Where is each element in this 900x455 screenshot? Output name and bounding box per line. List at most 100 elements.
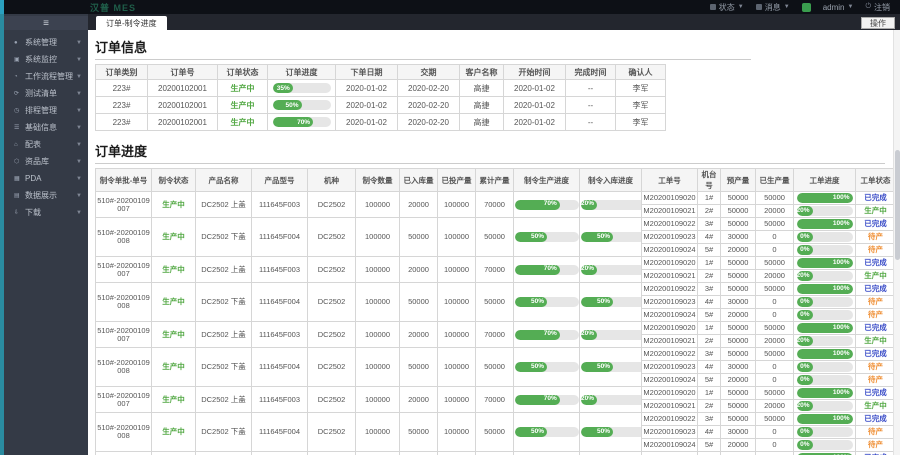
machine-type: DC2502: [308, 218, 356, 257]
work-order-state: 已完成: [856, 218, 894, 231]
work-order-progress: 0%: [794, 309, 856, 322]
order-number: 20200102001: [148, 80, 218, 97]
sidebar-item-测试清单[interactable]: ⟳测试清单▼: [4, 85, 88, 102]
sidebar-item-label: 下载: [25, 207, 76, 218]
order-row[interactable]: 223#20200102001生产中50%2020-01-022020-02-2…: [96, 97, 666, 114]
work-order-row[interactable]: 510#-20200109008生产中DC2502 下盖111645F004DC…: [96, 413, 894, 426]
progress-pill: 100%: [797, 414, 853, 424]
order-qty: 100000: [356, 348, 400, 387]
produced-qty: 0: [756, 244, 794, 257]
input-qty: 100000: [438, 348, 476, 387]
column-header: 已生产量: [756, 169, 794, 192]
work-order-number: M20200109022: [642, 218, 698, 231]
work-order-row[interactable]: 510#-20200109008生产中DC2502 下盖111645F004DC…: [96, 348, 894, 361]
status-label: 生产中: [162, 395, 185, 404]
work-order-number: M20200109021: [642, 205, 698, 218]
order-date: 2020-01-02: [336, 114, 398, 131]
sidebar-item-配表[interactable]: ⌂配表▼: [4, 136, 88, 153]
progress-pill: 20%: [797, 271, 853, 281]
app-grid-icon[interactable]: [802, 3, 811, 12]
status-label: 已完成: [864, 219, 887, 228]
progress-pill: 20%: [581, 200, 642, 210]
order-category: 223#: [96, 97, 148, 114]
vertical-scrollbar[interactable]: [893, 30, 900, 455]
work-order-progress: 20%: [794, 205, 856, 218]
sidebar-item-label: PDA: [25, 174, 76, 183]
progress-fill: 20%: [797, 336, 813, 346]
cumulative-qty: 50000: [476, 348, 514, 387]
due-date: 2020-02-20: [398, 97, 460, 114]
scrollbar-thumb[interactable]: [895, 150, 900, 260]
work-order-state: 待产: [856, 309, 894, 322]
work-order-row[interactable]: 510#-20200109007生产中DC2502 上盖111645F003DC…: [96, 257, 894, 270]
sidebar-item-系统管理[interactable]: ●系统管理▼: [4, 34, 88, 51]
sidebar-item-系统监控[interactable]: ▣系统监控▼: [4, 51, 88, 68]
progress-pill: 20%: [581, 265, 642, 275]
planned-qty: 50000: [721, 413, 756, 426]
work-order-row[interactable]: 510#-20200109007生产中DC2502 上盖111645F003DC…: [96, 322, 894, 335]
status-label: 生产中: [162, 200, 185, 209]
action-button[interactable]: 操作: [861, 17, 895, 29]
production-progress: 50%: [514, 218, 580, 257]
progress-pill: 70%: [273, 117, 331, 127]
order-date: 2020-01-02: [336, 97, 398, 114]
station-number: 1#: [698, 192, 721, 205]
machine-type: DC2502: [308, 283, 356, 322]
stock-progress: 50%: [580, 218, 642, 257]
header-row: 制令单批-单号制令状态产品名称产品型号机种制令数量已入库量已投产量累计产量制令生…: [96, 169, 894, 192]
stocked-qty: 50000: [400, 218, 438, 257]
progress-pill: 0%: [797, 245, 853, 255]
order-row[interactable]: 223#20200102001生产中35%2020-01-022020-02-2…: [96, 80, 666, 97]
work-order-row[interactable]: 510#-20200109007生产中DC2502 上盖111645F003DC…: [96, 387, 894, 400]
sidebar-item-数据展示[interactable]: ▤数据展示▼: [4, 187, 88, 204]
sidebar-item-基础信息[interactable]: ☰基础信息▼: [4, 119, 88, 136]
power-icon: ⏻: [865, 3, 871, 11]
sidebar-item-资品库[interactable]: ⬡资品库▼: [4, 153, 88, 170]
progress-pill: 70%: [515, 265, 579, 275]
product-model: 111645F003: [252, 452, 308, 455]
message-menu[interactable]: 消息 ▼: [756, 2, 790, 13]
progress-pill: 35%: [273, 83, 331, 93]
batch-number: 510#-20200109008: [96, 348, 152, 387]
work-order-progress: 20%: [794, 270, 856, 283]
produced-qty: 50000: [756, 387, 794, 400]
work-order-row[interactable]: 510#-20200109008生产中DC2502 下盖111645F004DC…: [96, 218, 894, 231]
status-icon: [710, 4, 716, 10]
tab-order-progress[interactable]: 订单-制令进度: [96, 16, 167, 30]
work-order-row[interactable]: 510#-20200109007生产中DC2502 上盖111645F003DC…: [96, 452, 894, 455]
sidebar-item-工作流程管理[interactable]: ◔工作流程管理▼: [4, 68, 88, 85]
produced-qty: 20000: [756, 400, 794, 413]
collapse-menu-button[interactable]: ≡: [4, 16, 88, 30]
customer-name: 高捷: [460, 80, 504, 97]
produced-qty: 50000: [756, 322, 794, 335]
status-label: 已完成: [864, 258, 887, 267]
work-order-state: 生产中: [856, 335, 894, 348]
produced-qty: 50000: [756, 283, 794, 296]
order-progress-title: 订单进度: [95, 140, 885, 164]
sidebar-item-PDA[interactable]: ▦PDA▼: [4, 170, 88, 187]
系统管理-icon: ●: [14, 40, 25, 46]
production-progress: 50%: [514, 348, 580, 387]
sidebar-item-下载[interactable]: ⇩下载▼: [4, 204, 88, 221]
work-order-state: 已完成: [856, 192, 894, 205]
column-header: 交期: [398, 65, 460, 80]
column-header: 下单日期: [336, 65, 398, 80]
order-info-title: 订单信息: [95, 36, 751, 60]
product-name: DC2502 上盖: [196, 192, 252, 218]
work-order-row[interactable]: 510#-20200109007生产中DC2502 上盖111645F003DC…: [96, 192, 894, 205]
order-qty: 100000: [356, 452, 400, 455]
work-order-row[interactable]: 510#-20200109008生产中DC2502 下盖111645F004DC…: [96, 283, 894, 296]
order-category: 223#: [96, 80, 148, 97]
progress-pill: 50%: [581, 362, 642, 372]
user-menu[interactable]: admin ▼: [823, 3, 854, 12]
product-model: 111645F004: [252, 413, 308, 452]
column-header: 工单号: [642, 169, 698, 192]
progress-pill: 0%: [797, 440, 853, 450]
order-row[interactable]: 223#20200102001生产中70%2020-01-022020-02-2…: [96, 114, 666, 131]
work-order-state: 生产中: [856, 270, 894, 283]
logout-button[interactable]: ⏻ 注销: [865, 2, 890, 13]
progress-pill: 20%: [797, 206, 853, 216]
status-menu[interactable]: 状态 ▼: [710, 2, 744, 13]
batch-number: 510#-20200109008: [96, 413, 152, 452]
sidebar-item-排程管理[interactable]: ◷排程管理▼: [4, 102, 88, 119]
